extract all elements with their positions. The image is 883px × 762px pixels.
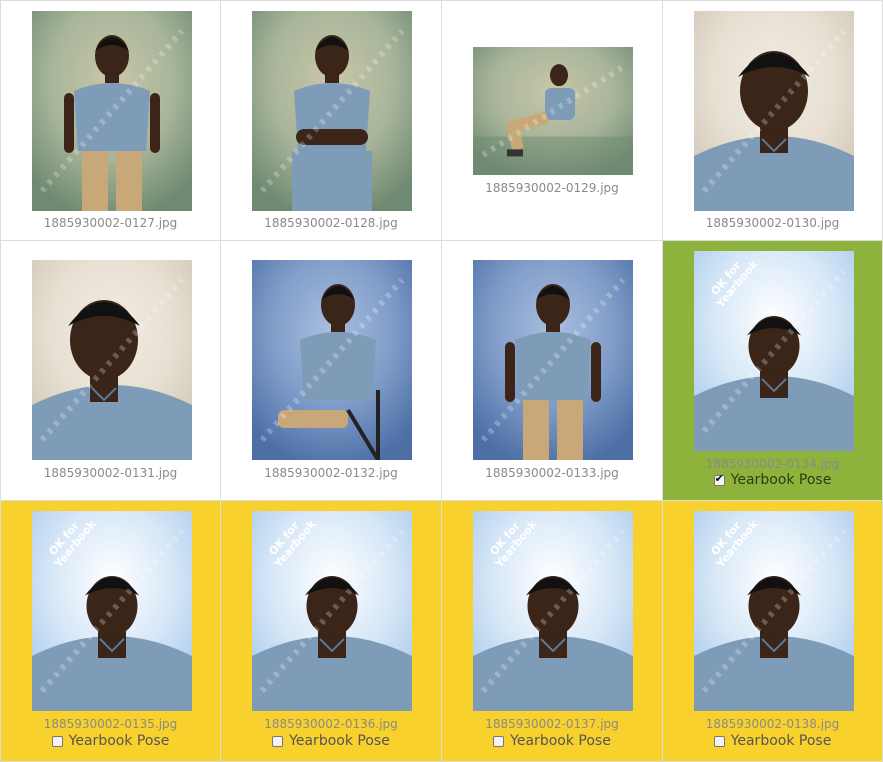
- photo-thumbnail[interactable]: [473, 260, 633, 460]
- yearbook-pose-checkbox[interactable]: [272, 735, 284, 747]
- yearbook-pose-option: Yearbook Pose: [1, 733, 220, 749]
- yearbook-pose-label: Yearbook Pose: [730, 472, 832, 488]
- yearbook-pose-checkbox[interactable]: [51, 735, 63, 747]
- photo-filename: 1885930002-0132.jpg: [264, 466, 398, 480]
- photo-cell-selected: OK for Yearbook 1885930002-0134.jpg Year…: [663, 241, 883, 501]
- yearbook-pose-option: Yearbook Pose: [663, 472, 882, 488]
- yearbook-pose-option: Yearbook Pose: [221, 733, 441, 749]
- photo-thumbnail[interactable]: [252, 11, 412, 211]
- photo-thumbnail[interactable]: [252, 260, 412, 460]
- photo-filename: 1885930002-0128.jpg: [264, 216, 398, 230]
- yearbook-pose-label: Yearbook Pose: [289, 733, 390, 749]
- photo-thumbnail[interactable]: OK for Yearbook: [252, 511, 412, 711]
- photo-cell-candidate: OK for Yearbook 1885930002-0135.jpg Year…: [0, 501, 221, 762]
- photo-filename: 1885930002-0134.jpg: [705, 457, 840, 471]
- photo-thumbnail[interactable]: [32, 260, 192, 460]
- photo-filename: 1885930002-0138.jpg: [705, 717, 840, 731]
- yearbook-pose-option: Yearbook Pose: [663, 733, 882, 749]
- photo-thumbnail[interactable]: [694, 11, 854, 211]
- photo-thumbnail[interactable]: OK for Yearbook: [694, 511, 854, 711]
- photo-cell: 1885930002-0132.jpg: [221, 241, 442, 501]
- yearbook-pose-checkbox[interactable]: [493, 735, 505, 747]
- photo-cell: 1885930002-0133.jpg: [442, 241, 663, 501]
- photo-cell: 1885930002-0129.jpg: [442, 0, 663, 241]
- yearbook-pose-option: Yearbook Pose: [442, 733, 662, 749]
- yearbook-pose-checkbox[interactable]: [713, 472, 725, 486]
- yearbook-pose-label: Yearbook Pose: [730, 733, 832, 749]
- photo-thumbnail[interactable]: [473, 47, 633, 175]
- photo-thumbnail[interactable]: OK for Yearbook: [473, 511, 633, 711]
- photo-cell-candidate: OK for Yearbook 1885930002-0138.jpg Year…: [663, 501, 883, 762]
- photo-cell-candidate: OK for Yearbook 1885930002-0137.jpg Year…: [442, 501, 663, 762]
- photo-cell: 1885930002-0130.jpg: [663, 0, 883, 241]
- photo-cell-candidate: OK for Yearbook 1885930002-0136.jpg Year…: [221, 501, 442, 762]
- photo-thumbnail[interactable]: [32, 11, 192, 211]
- photo-cell: 1885930002-0128.jpg: [221, 0, 442, 241]
- photo-filename: 1885930002-0135.jpg: [43, 717, 178, 731]
- photo-filename: 1885930002-0131.jpg: [43, 466, 178, 480]
- photo-thumbnail[interactable]: OK for Yearbook: [694, 251, 854, 451]
- photo-grid: 1885930002-0127.jpg 1885930002-0128.jpg …: [0, 0, 883, 762]
- photo-filename: 1885930002-0127.jpg: [43, 216, 178, 230]
- photo-filename: 1885930002-0133.jpg: [485, 466, 619, 480]
- photo-filename: 1885930002-0130.jpg: [705, 216, 840, 230]
- photo-filename: 1885930002-0129.jpg: [485, 181, 619, 195]
- yearbook-pose-label: Yearbook Pose: [510, 733, 611, 749]
- photo-filename: 1885930002-0137.jpg: [485, 717, 619, 731]
- photo-filename: 1885930002-0136.jpg: [264, 717, 398, 731]
- photo-cell: 1885930002-0127.jpg: [0, 0, 221, 241]
- yearbook-pose-checkbox[interactable]: [713, 735, 725, 747]
- yearbook-pose-label: Yearbook Pose: [68, 733, 170, 749]
- photo-thumbnail[interactable]: OK for Yearbook: [32, 511, 192, 711]
- photo-cell: 1885930002-0131.jpg: [0, 241, 221, 501]
